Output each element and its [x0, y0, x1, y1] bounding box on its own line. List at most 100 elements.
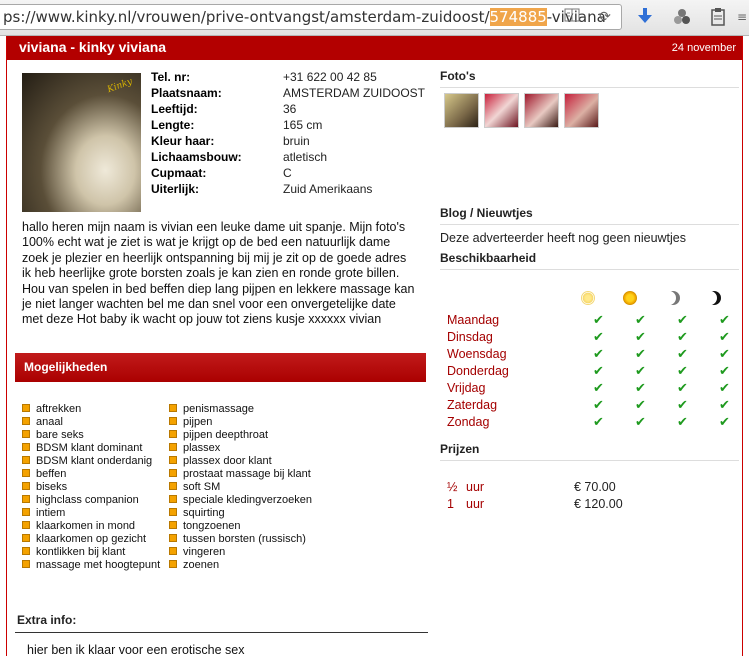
build-value: atletisch [283, 150, 328, 164]
bullet-icon [22, 482, 30, 490]
field-label: Cupmaat: [151, 166, 207, 180]
option-label: soft SM [183, 481, 221, 493]
option-label: aftrekken [36, 403, 82, 415]
browser-toolbar: ps://www.kinky.nl/vrouwen/prive-ontvangs… [0, 0, 749, 36]
check-icon: ✔ [677, 364, 688, 379]
check-icon: ✔ [719, 415, 730, 430]
option-label: klaarkomen op gezicht [36, 533, 147, 545]
address-bar[interactable]: ps://www.kinky.nl/vrouwen/prive-ontvangs… [0, 4, 622, 30]
bullet-icon [22, 443, 30, 451]
bullet-icon [169, 430, 177, 438]
option-item: BDSM klant onderdanig [22, 455, 152, 467]
blog-text: Deze adverteerder heeft nog geen nieuwtj… [440, 231, 686, 245]
option-item: anaal [22, 416, 63, 428]
check-icon: ✔ [593, 398, 604, 413]
day-label: Zaterdag [447, 398, 498, 412]
option-item: klaarkomen in mond [22, 520, 135, 532]
option-item: klaarkomen op gezicht [22, 533, 146, 545]
profile-title-bar: viviana - kinky viviana 24 november [7, 36, 742, 60]
field-label: Lengte: [151, 118, 195, 132]
check-icon: ✔ [677, 313, 688, 328]
option-item: plassex [169, 442, 220, 454]
option-item: massage met hoogtepunt [22, 559, 160, 571]
photo-thumbnail[interactable] [484, 93, 519, 128]
city-value: AMSTERDAM ZUIDOOST [283, 86, 426, 100]
divider [440, 460, 739, 461]
profile-photo[interactable]: Kinky [22, 73, 141, 212]
check-icon: ✔ [719, 313, 730, 328]
option-item: BDSM klant dominant [22, 442, 142, 454]
options-header: Mogelijkheden [15, 353, 426, 382]
height-value: 165 cm [283, 118, 323, 132]
divider [15, 632, 428, 633]
option-label: intiem [36, 507, 66, 519]
extra-info-title: Extra info: [17, 613, 77, 627]
prices-title: Prijzen [440, 442, 480, 456]
option-label: bare seks [36, 429, 84, 441]
check-icon: ✔ [635, 415, 646, 430]
option-label: beffen [36, 468, 67, 480]
check-icon: ✔ [677, 415, 688, 430]
photo-thumbnail[interactable] [524, 93, 559, 128]
option-label: pijpen [183, 416, 213, 428]
bullet-icon [169, 404, 177, 412]
bullet-icon [22, 404, 30, 412]
option-item: soft SM [169, 481, 220, 493]
bullet-icon [22, 417, 30, 425]
day-label: Vrijdag [447, 381, 486, 395]
bullet-icon [22, 547, 30, 555]
check-icon: ✔ [593, 381, 604, 396]
profile-title: viviana - kinky viviana [19, 39, 167, 55]
photo-thumbnail[interactable] [444, 93, 479, 128]
check-icon: ✔ [635, 330, 646, 345]
option-label: vingeren [183, 546, 226, 558]
extension-icon[interactable] [673, 8, 691, 26]
option-item: tongzoenen [169, 520, 241, 532]
bullet-icon [169, 508, 177, 516]
option-item: aftrekken [22, 403, 81, 415]
phone-value[interactable]: +31 622 00 42 85 [283, 70, 377, 84]
check-icon: ✔ [719, 364, 730, 379]
day-label: Woensdag [447, 347, 507, 361]
bullet-icon [169, 534, 177, 542]
bullet-icon [169, 482, 177, 490]
option-item: plassex door klant [169, 455, 272, 467]
check-icon: ✔ [719, 381, 730, 396]
night-icon [707, 291, 721, 305]
option-label: anaal [36, 416, 63, 428]
check-icon: ✔ [593, 347, 604, 362]
field-label: Kleur haar: [151, 134, 215, 148]
price-unit: uur [466, 497, 485, 511]
hair-value: bruin [283, 134, 310, 148]
check-icon: ✔ [593, 364, 604, 379]
bullet-icon [169, 560, 177, 568]
reload-icon[interactable]: ⟳ [596, 8, 614, 26]
clipboard-icon[interactable] [709, 8, 727, 26]
bullet-icon [22, 469, 30, 477]
photo-thumbnail[interactable] [564, 93, 599, 128]
bullet-icon [169, 456, 177, 464]
download-icon[interactable] [636, 8, 654, 26]
check-icon: ✔ [635, 347, 646, 362]
field-label: Leeftijd: [151, 102, 198, 116]
extra-info-text: hier ben ik klaar voor een erotische sex [27, 643, 245, 657]
option-label: prostaat massage bij klant [183, 468, 311, 480]
price-value: € 70.00 [574, 480, 616, 494]
day-label: Donderdag [447, 364, 509, 378]
check-icon: ✔ [677, 330, 688, 345]
age-value: 36 [283, 102, 297, 116]
option-label: zoenen [183, 559, 220, 571]
option-item: pijpen deepthroat [169, 429, 268, 441]
bullet-icon [22, 508, 30, 516]
post-date: 24 november [671, 42, 736, 54]
bullet-icon [22, 456, 30, 464]
check-icon: ✔ [635, 398, 646, 413]
reader-icon[interactable] [563, 8, 581, 26]
check-icon: ✔ [635, 381, 646, 396]
price-value: € 120.00 [574, 497, 623, 511]
menu-icon[interactable]: ≡ [733, 8, 749, 26]
check-icon: ✔ [593, 415, 604, 430]
bullet-icon [169, 521, 177, 529]
check-icon: ✔ [635, 313, 646, 328]
option-label: BDSM klant dominant [36, 442, 143, 454]
